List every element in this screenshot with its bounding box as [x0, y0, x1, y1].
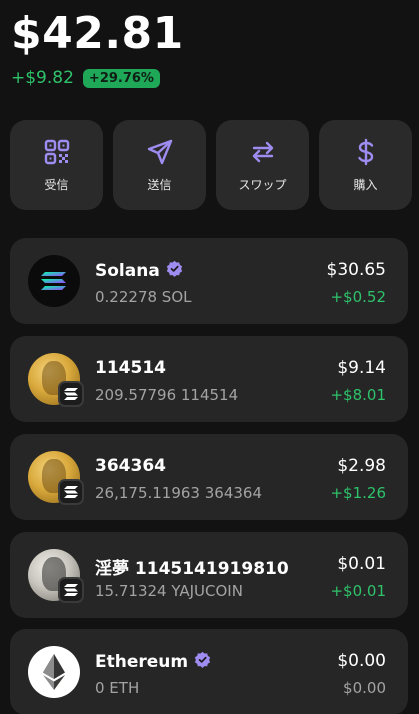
token-name-text: 114514	[95, 358, 166, 378]
solana-network-badge-icon	[58, 577, 84, 603]
send-button[interactable]: 送信	[113, 120, 206, 210]
token-name-text: Ethereum	[95, 652, 189, 672]
change-percent-badge: +29.76%	[82, 68, 160, 88]
receive-button[interactable]: 受信	[10, 120, 103, 210]
token-row-114514[interactable]: 114514 209.57796 114514 $9.14 +$8.01	[10, 336, 408, 422]
token-row-yajucoin[interactable]: 淫夢 1145141919810 15.71324 YAJUCOIN $0.01…	[10, 532, 408, 618]
swap-icon	[249, 138, 277, 166]
token-change: +$8.01	[330, 386, 386, 404]
send-label: 送信	[147, 177, 172, 192]
change-amount: +$9.82	[11, 68, 74, 88]
token-amount: 0 ETH	[95, 679, 140, 697]
verified-icon	[194, 651, 211, 673]
swap-button[interactable]: スワップ	[216, 120, 309, 210]
token-amount: 209.57796 114514	[95, 386, 239, 404]
action-bar: 受信 送信 スワップ 購入	[10, 120, 412, 210]
send-icon	[146, 138, 174, 166]
token-usd-value: $0.01	[337, 554, 386, 574]
token-name: Solana	[95, 260, 183, 282]
portfolio-change: +$9.82 +29.76%	[11, 68, 160, 88]
token-usd-value: $0.00	[337, 651, 386, 671]
token-change: +$0.52	[330, 288, 386, 306]
token-change: +$0.01	[330, 582, 386, 600]
token-row-ethereum[interactable]: Ethereum 0 ETH $0.00 $0.00	[10, 629, 408, 714]
token-name-text: 364364	[95, 456, 166, 476]
token-amount: 26,175.11963 364364	[95, 484, 262, 502]
token-row-solana[interactable]: Solana 0.22278 SOL $30.65 +$0.52	[10, 238, 408, 324]
dollar-icon	[352, 138, 380, 166]
token-change: $0.00	[343, 679, 386, 697]
verified-icon	[166, 260, 183, 282]
buy-button[interactable]: 購入	[319, 120, 412, 210]
solana-network-badge-icon	[58, 381, 84, 407]
token-amount: 0.22278 SOL	[95, 288, 192, 306]
ethereum-logo-icon	[28, 646, 80, 698]
token-name: 364364	[95, 456, 166, 476]
swap-label: スワップ	[238, 177, 287, 192]
token-usd-value: $30.65	[326, 260, 386, 280]
token-name: 淫夢 1145141919810	[95, 554, 289, 579]
token-usd-value: $2.98	[337, 456, 386, 476]
token-name-text: Solana	[95, 261, 160, 281]
solana-network-badge-icon	[58, 479, 84, 505]
token-amount: 15.71324 YAJUCOIN	[95, 582, 243, 600]
token-change: +$1.26	[330, 484, 386, 502]
token-name: 114514	[95, 358, 166, 378]
buy-label: 購入	[353, 177, 378, 192]
token-row-364364[interactable]: 364364 26,175.11963 364364 $2.98 +$1.26	[10, 434, 408, 520]
receive-label: 受信	[44, 177, 69, 192]
token-name-text: 淫夢 1145141919810	[95, 559, 289, 579]
qr-code-icon	[43, 138, 71, 166]
solana-logo-icon	[28, 255, 80, 307]
token-name: Ethereum	[95, 651, 211, 673]
token-usd-value: $9.14	[337, 358, 386, 378]
portfolio-balance: $42.81	[11, 8, 184, 59]
